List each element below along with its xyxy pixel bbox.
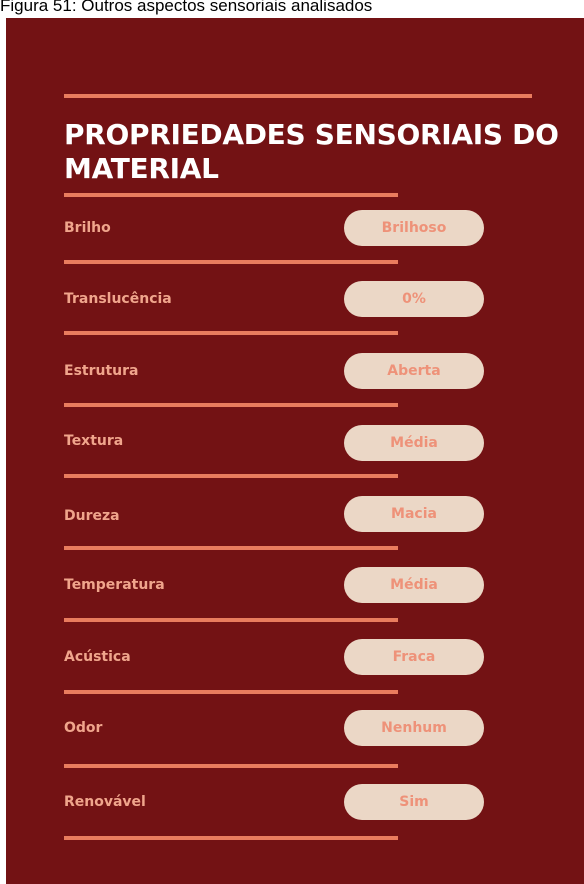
- card-title: PROPRIEDADES SENSORIAIS DO MATERIAL: [64, 118, 559, 185]
- property-value-brilho: Brilhoso: [344, 210, 484, 246]
- property-value-acustica: Fraca: [344, 639, 484, 675]
- property-label-odor: Odor: [64, 720, 103, 736]
- divider: [64, 690, 398, 694]
- divider: [64, 331, 398, 335]
- divider: [64, 193, 398, 197]
- divider: [64, 403, 398, 407]
- divider: [64, 618, 398, 622]
- property-value-translucencia: 0%: [344, 281, 484, 317]
- property-label-brilho: Brilho: [64, 220, 111, 236]
- bottom-divider: [64, 836, 398, 840]
- property-label-temperatura: Temperatura: [64, 577, 165, 593]
- title-top-divider: [64, 94, 532, 98]
- divider: [64, 260, 398, 264]
- divider: [64, 764, 398, 768]
- property-value-renovavel: Sim: [344, 784, 484, 820]
- property-label-dureza: Dureza: [64, 508, 120, 524]
- property-label-acustica: Acústica: [64, 649, 131, 665]
- property-value-textura: Média: [344, 425, 484, 461]
- property-value-odor: Nenhum: [344, 710, 484, 746]
- sensory-properties-card: PROPRIEDADES SENSORIAIS DO MATERIAL Bril…: [6, 18, 584, 884]
- divider: [64, 474, 398, 478]
- property-value-temperatura: Média: [344, 567, 484, 603]
- property-value-estrutura: Aberta: [344, 353, 484, 389]
- property-label-textura: Textura: [64, 433, 124, 449]
- property-value-dureza: Macia: [344, 496, 484, 532]
- property-label-estrutura: Estrutura: [64, 363, 139, 379]
- property-label-translucencia: Translucência: [64, 291, 172, 307]
- divider: [64, 546, 398, 550]
- figure-caption: Figura 51: Outros aspectos sensoriais an…: [0, 0, 373, 15]
- property-label-renovavel: Renovável: [64, 794, 146, 810]
